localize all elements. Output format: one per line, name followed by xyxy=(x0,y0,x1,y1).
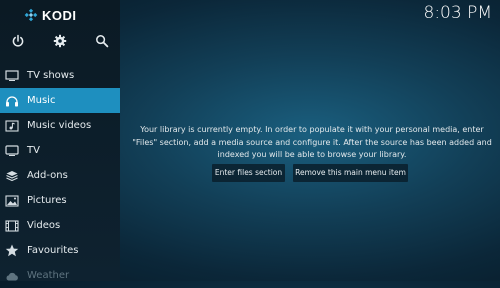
app-name: KODI xyxy=(42,7,77,23)
nav-item-music-videos[interactable]: Music videos xyxy=(0,113,120,138)
videos-icon xyxy=(4,219,19,232)
main-menu: TV shows Music Music videos TV Add-ons P… xyxy=(0,63,120,288)
nav-item-label: Music videos xyxy=(27,120,92,131)
nav-item-favourites[interactable]: Favourites xyxy=(0,238,120,263)
top-icon-bar xyxy=(0,34,120,50)
sidebar: KODI TV shows Music Music videos TV Add-… xyxy=(0,0,120,281)
nav-item-pictures[interactable]: Pictures xyxy=(0,188,120,213)
search-icon[interactable] xyxy=(95,34,109,48)
headphones-icon xyxy=(4,94,19,107)
nav-item-weather[interactable]: Weather xyxy=(0,263,120,288)
nav-item-music[interactable]: Music xyxy=(0,88,120,113)
weather-icon xyxy=(4,269,19,282)
star-icon xyxy=(4,244,19,257)
nav-item-label: Pictures xyxy=(27,195,67,206)
nav-item-add-ons[interactable]: Add-ons xyxy=(0,163,120,188)
tv-icon xyxy=(4,69,19,82)
tv-icon xyxy=(4,144,19,157)
enter-files-section-button[interactable]: Enter files section xyxy=(212,164,285,182)
music-video-icon xyxy=(4,119,19,132)
settings-icon[interactable] xyxy=(53,34,67,48)
kodi-logo[interactable]: KODI xyxy=(24,6,77,24)
nav-item-label: TV xyxy=(27,145,40,156)
nav-item-label: Favourites xyxy=(27,245,79,256)
nav-item-label: TV shows xyxy=(27,70,75,81)
nav-item-label: Add-ons xyxy=(27,170,68,181)
pictures-icon xyxy=(4,194,19,207)
kodi-logo-icon xyxy=(24,8,38,22)
nav-item-tv[interactable]: TV xyxy=(0,138,120,163)
nav-item-label: Videos xyxy=(27,220,61,231)
nav-item-label: Weather xyxy=(27,270,70,281)
nav-item-videos[interactable]: Videos xyxy=(0,213,120,238)
remove-menu-item-button[interactable]: Remove this main menu item xyxy=(293,164,408,182)
nav-item-label: Music xyxy=(27,95,56,106)
empty-library-message: Your library is currently empty. In orde… xyxy=(132,125,492,159)
addons-icon xyxy=(4,169,19,182)
nav-item-tv-shows[interactable]: TV shows xyxy=(0,63,120,88)
clock: 8:03 PM xyxy=(423,3,493,23)
power-icon[interactable] xyxy=(11,34,25,48)
